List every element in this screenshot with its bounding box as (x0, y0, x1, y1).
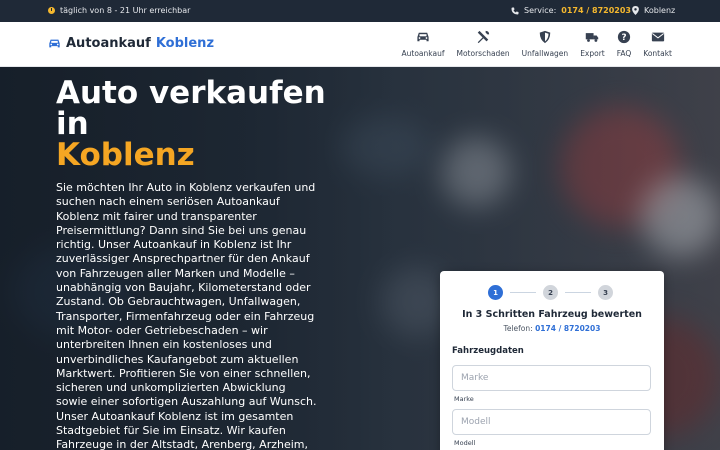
nav-label: Motorschaden (456, 49, 510, 58)
nav-label: Unfallwagen (521, 49, 569, 58)
logo-text-primary: Autoankauf (66, 36, 151, 51)
step-indicator: 1 2 3 (488, 285, 613, 300)
title-line-1: Auto verkaufen (56, 75, 326, 111)
form-phone-label: Telefon: (503, 324, 533, 333)
form-phone-number[interactable]: 0174 / 8720203 (535, 324, 600, 333)
svg-text:?: ? (621, 33, 626, 43)
car-icon (417, 32, 429, 42)
step-3: 3 (598, 285, 613, 300)
nav-item-export[interactable]: Export (580, 30, 605, 58)
model-input[interactable] (452, 409, 651, 435)
clock-icon (48, 7, 55, 14)
top-bar: täglich von 8 - 21 Uhr erreichbar Servic… (0, 0, 720, 22)
intro-paragraph-2: Unser Autoankauf Koblenz ist im gesamten… (56, 409, 309, 450)
nav-item-kontakt[interactable]: Kontakt (643, 30, 672, 58)
opening-hours-text: täglich von 8 - 21 Uhr erreichbar (60, 6, 191, 15)
tools-icon (477, 30, 490, 44)
nav-label: Kontakt (643, 49, 672, 58)
nav-item-faq[interactable]: ? FAQ (616, 30, 632, 58)
form-title: In 3 Schritten Fahrzeug bewerten (462, 309, 642, 320)
location: Koblenz (632, 6, 675, 15)
nav-label: Autoankauf (401, 49, 445, 58)
car-logo-icon (49, 39, 60, 48)
step-1: 1 (488, 285, 503, 300)
service-label: Service: (524, 6, 557, 15)
title-city: Koblenz (56, 137, 195, 173)
nav-label: Export (580, 49, 605, 58)
page-title: Auto verkaufen in Koblenz (56, 78, 326, 171)
envelope-icon (651, 32, 664, 42)
model-caption: Modell (454, 439, 476, 447)
nav-label: FAQ (616, 49, 632, 58)
truck-icon (586, 33, 599, 42)
phone-icon (511, 7, 519, 14)
question-icon: ? (617, 30, 631, 44)
location-text: Koblenz (644, 6, 676, 15)
intro-text: Sie möchten Ihr Auto in Koblenz verkaufe… (56, 181, 318, 450)
nav-menu: Autoankauf Motorschaden Unfallwagen Expo… (402, 30, 672, 58)
step-2: 2 (543, 285, 558, 300)
vehicle-data-heading: Fahrzeugdaten (452, 346, 524, 356)
service-phone-number[interactable]: 0174 / 8720203 (561, 6, 631, 15)
map-pin-icon (632, 6, 639, 15)
shield-icon (539, 30, 551, 44)
intro-paragraph-1: Sie möchten Ihr Auto in Koblenz verkaufe… (56, 181, 317, 409)
form-phone: Telefon: 0174 / 8720203 (440, 324, 664, 333)
service-phone[interactable]: Service: 0174 / 8720203 (511, 6, 631, 15)
main-nav: Autoankauf Koblenz Autoankauf Motorschad… (0, 22, 720, 67)
opening-hours: täglich von 8 - 21 Uhr erreichbar (48, 6, 190, 15)
step-connector (510, 292, 536, 293)
valuation-form: 1 2 3 In 3 Schritten Fahrzeug bewerten T… (440, 271, 664, 450)
nav-item-unfallwagen[interactable]: Unfallwagen (521, 30, 569, 58)
nav-item-autoankauf[interactable]: Autoankauf (401, 30, 445, 58)
make-caption: Marke (454, 395, 474, 403)
site-logo[interactable]: Autoankauf Koblenz (48, 36, 214, 51)
logo-text-city: Koblenz (155, 36, 215, 51)
step-connector (565, 292, 591, 293)
nav-item-motorschaden[interactable]: Motorschaden (456, 30, 510, 58)
make-input[interactable] (452, 365, 651, 391)
hero-section: Auto verkaufen in Koblenz Sie möchten Ih… (0, 67, 720, 450)
